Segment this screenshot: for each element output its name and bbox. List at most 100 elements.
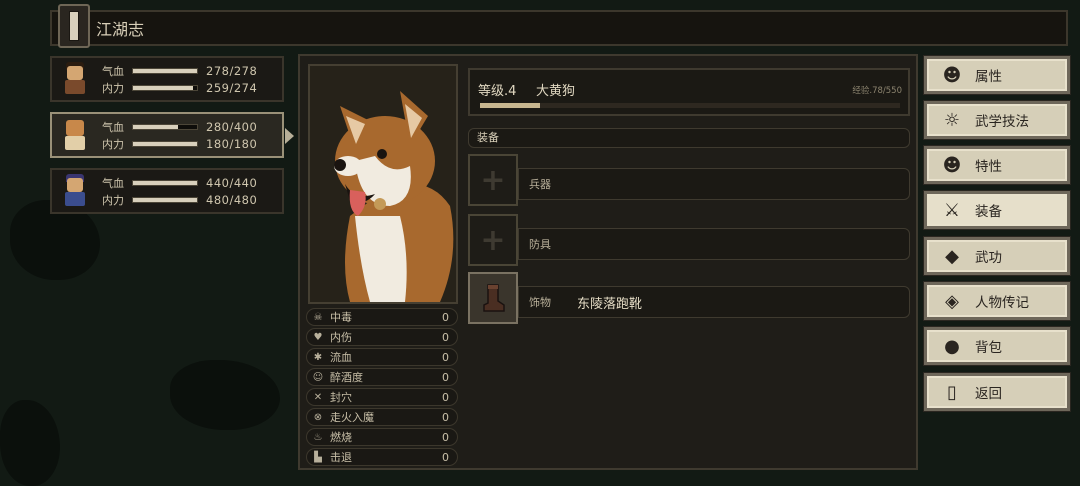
equipment-type: 防具 [529, 238, 551, 251]
party-member-card[interactable]: 气血 278/278 内力 259/274 [50, 56, 284, 102]
menu-label: 特性 [975, 159, 1002, 175]
qi-deviation-icon: ⊗ [313, 411, 323, 423]
menu-button-return[interactable]: ▯ 返回 [923, 372, 1071, 412]
hp-bar [132, 179, 198, 186]
mp-label: 内力 [102, 193, 124, 207]
top-bar: 江湖志 [50, 10, 1068, 46]
hp-label: 气血 [102, 64, 124, 78]
status-label: 流血 [330, 351, 352, 364]
mp-value: 259/274 [206, 80, 258, 95]
menu-button-kungfu[interactable]: ◆ 武功 [923, 236, 1071, 276]
hp-value: 280/400 [206, 119, 258, 134]
menu-label: 装备 [975, 204, 1002, 220]
menu-button-traits[interactable]: ☻ 特性 [923, 145, 1071, 185]
boot-icon [483, 284, 505, 312]
manual-book-icon: ◆ [945, 245, 959, 267]
mp-value: 180/180 [206, 136, 258, 151]
bag-icon: ● [944, 335, 960, 357]
equipment-bar[interactable]: 防具 [518, 228, 910, 260]
level-box: 等级.4 大黄狗 经验.78/550 [468, 68, 910, 116]
exp-bar [480, 103, 900, 108]
person-icon: ☻ [942, 64, 962, 86]
status-label: 内伤 [330, 331, 352, 344]
hp-value: 440/440 [206, 175, 258, 190]
menu-label: 背包 [975, 340, 1002, 356]
status-value: 0 [442, 330, 449, 344]
status-row: ✱ 流血 0 [306, 348, 458, 366]
menu-button-bag[interactable]: ● 背包 [923, 326, 1071, 366]
equipment-item: 东陵落跑靴 [577, 296, 643, 312]
party-member-card[interactable]: 气血 280/400 内力 180/180 [50, 112, 294, 158]
plus-icon: + [480, 162, 506, 198]
status-label: 封穴 [330, 391, 352, 404]
status-row: ☠ 中毒 0 [306, 308, 458, 326]
broken-heart-icon: ♥ [313, 331, 323, 343]
sword-icon: ⚔ [943, 199, 961, 221]
equipment-bar[interactable]: 饰物 东陵落跑靴 [518, 286, 910, 318]
journal-book-icon[interactable] [58, 4, 90, 48]
menu-button-equipment[interactable]: ⚔ 装备 [923, 190, 1071, 230]
hp-label: 气血 [102, 120, 124, 134]
avatar [58, 172, 92, 210]
hp-bar [132, 123, 198, 130]
status-label: 中毒 [330, 311, 352, 324]
status-value: 0 [442, 350, 449, 364]
menu-button-attributes[interactable]: ☻ 属性 [923, 55, 1071, 95]
exp-text: 经验.78/550 [852, 86, 902, 96]
skull-icon: ☠ [313, 311, 323, 323]
equipment-row-armor[interactable]: 防具 + [468, 214, 910, 266]
menu-button-biography[interactable]: ◈ 人物传记 [923, 281, 1071, 321]
equipment-type: 兵器 [529, 178, 551, 191]
equipment-type: 饰物 [529, 296, 551, 309]
hp-label: 气血 [102, 176, 124, 190]
acupoint-icon: ✕ [313, 391, 323, 403]
selection-arrow-icon [285, 128, 294, 144]
status-label: 击退 [330, 451, 352, 464]
status-value: 0 [442, 390, 449, 404]
blood-drop-icon: ✱ [313, 351, 323, 363]
avatar [58, 116, 92, 154]
menu-label: 人物传记 [975, 295, 1029, 311]
status-row: ✕ 封穴 0 [306, 388, 458, 406]
status-row: ♥ 内伤 0 [306, 328, 458, 346]
character-portrait [308, 64, 458, 304]
exit-door-icon: ▯ [947, 381, 957, 403]
dog-portrait-icon [310, 66, 456, 302]
level-label: 等级.4 [478, 84, 517, 99]
status-row: ⊗ 走火入魔 0 [306, 408, 458, 426]
party-member-card[interactable]: 气血 440/440 内力 480/480 [50, 168, 284, 214]
hp-value: 278/278 [206, 63, 258, 78]
status-value: 0 [442, 450, 449, 464]
drunk-face-icon: ☺ [312, 371, 324, 383]
map-shadow [0, 400, 60, 486]
equipment-header: 装备 [468, 128, 910, 148]
character-name: 大黄狗 [536, 84, 576, 99]
trait-icon: ☻ [942, 154, 962, 176]
equipment-bar[interactable]: 兵器 [518, 168, 910, 200]
accessory-slot[interactable] [468, 272, 518, 324]
character-panel: ☠ 中毒 0 ♥ 内伤 0 ✱ 流血 0 ☺ 醉酒度 0 ✕ 封穴 0 ⊗ 走火… [298, 54, 918, 470]
mp-label: 内力 [102, 137, 124, 151]
status-label: 燃烧 [330, 431, 352, 444]
armor-slot[interactable]: + [468, 214, 518, 266]
mp-bar [132, 196, 198, 203]
status-row: ♨ 燃烧 0 [306, 428, 458, 446]
weapon-slot[interactable]: + [468, 154, 518, 206]
hp-bar [132, 67, 198, 74]
status-row: ☺ 醉酒度 0 [306, 368, 458, 386]
flame-icon: ♨ [313, 431, 323, 443]
menu-label: 返回 [975, 386, 1002, 402]
mp-value: 480/480 [206, 192, 258, 207]
status-value: 0 [442, 430, 449, 444]
status-label: 走火入魔 [330, 411, 374, 424]
knockback-icon: ▙ [314, 451, 322, 463]
menu-label: 武学技法 [975, 114, 1029, 130]
equipment-row-weapon[interactable]: 兵器 + [468, 154, 910, 206]
menu-label: 武功 [975, 250, 1002, 266]
menu-button-martial-skills[interactable]: ☼ 武学技法 [923, 100, 1071, 140]
status-row: ▙ 击退 0 [306, 448, 458, 466]
page-title: 江湖志 [96, 20, 145, 39]
status-value: 0 [442, 310, 449, 324]
equipment-row-accessory[interactable]: 饰物 东陵落跑靴 [468, 272, 910, 324]
status-value: 0 [442, 370, 449, 384]
